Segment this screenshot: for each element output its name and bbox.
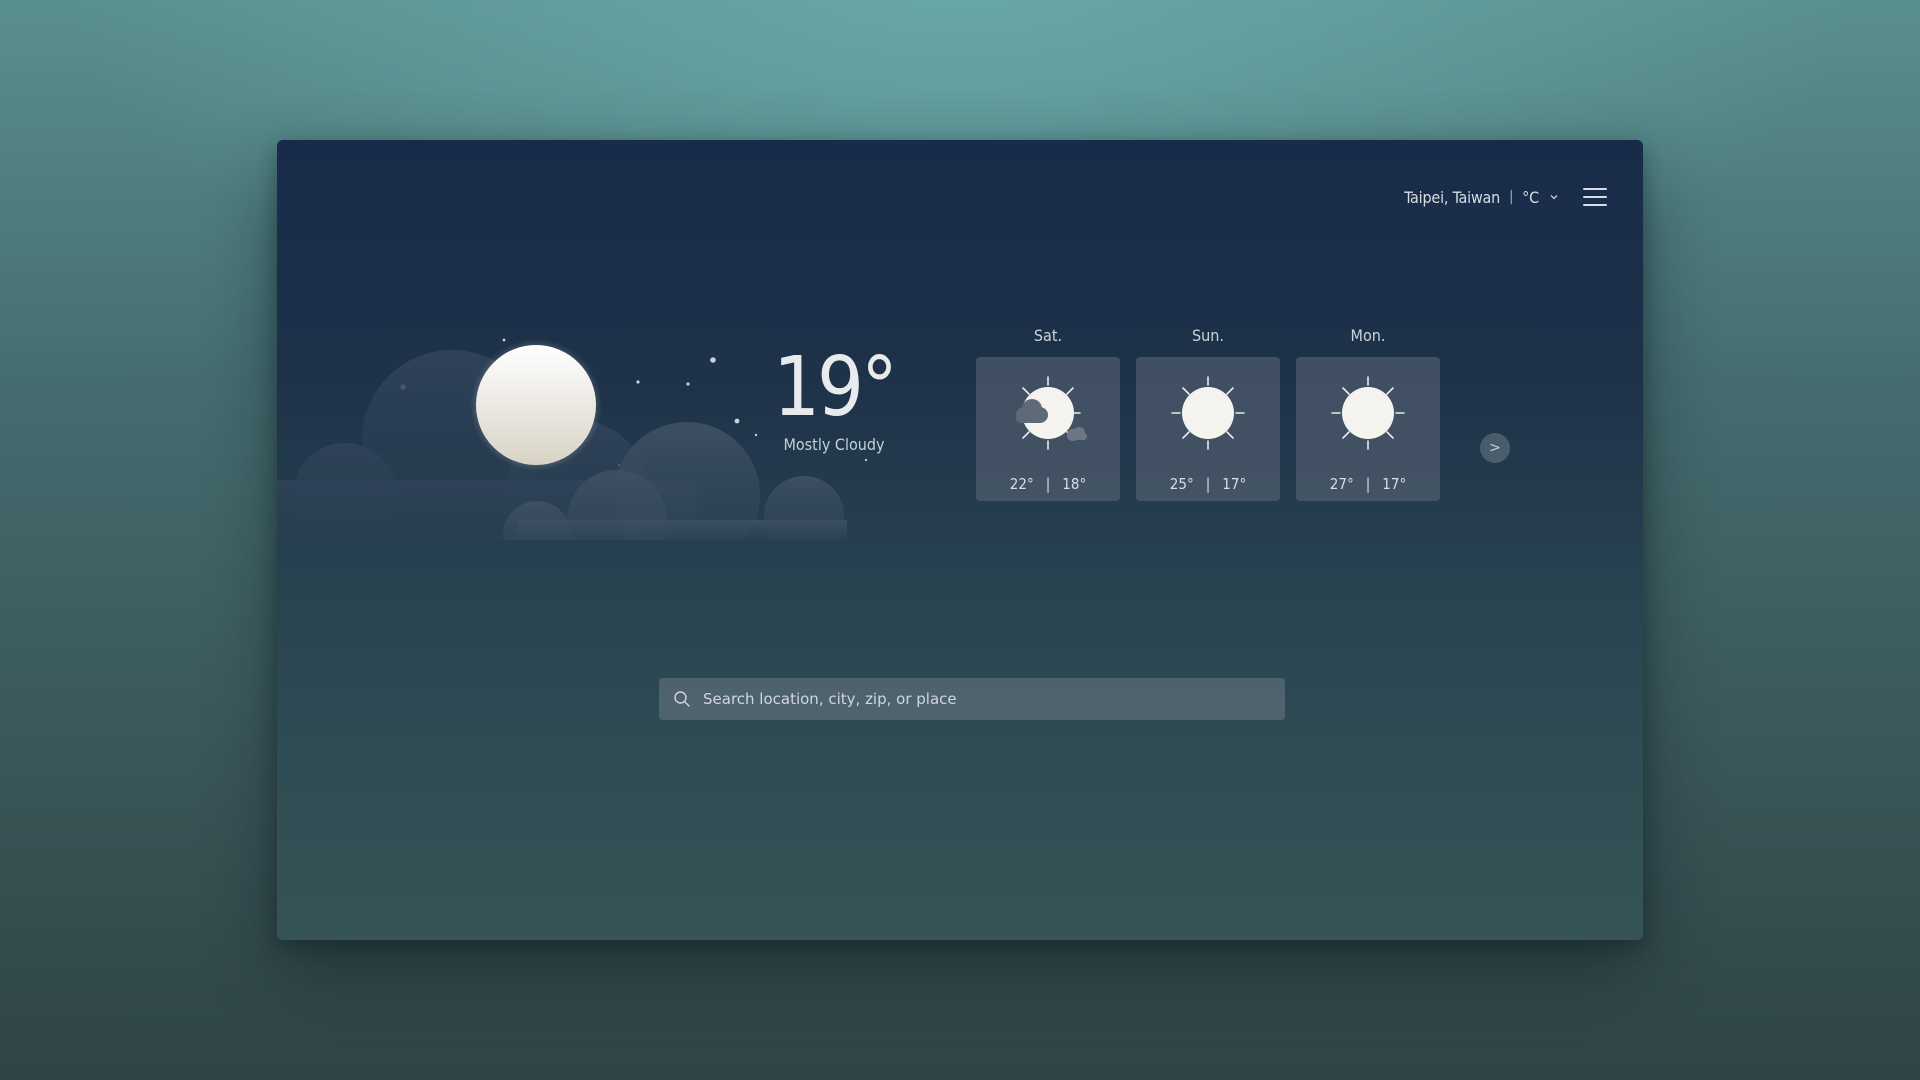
forecast-list: Sat. 22° | 18° Sun. 25° | 17° Mon. 27° |… <box>976 323 1440 501</box>
chevron-right-icon: > <box>1489 440 1501 456</box>
forecast-low: 17° <box>1222 475 1247 493</box>
forecast-low: 18° <box>1062 475 1087 493</box>
temp-separator: | <box>1365 475 1371 493</box>
current-temperature: 19° <box>773 340 898 435</box>
location-unit-selector[interactable]: Taipei, Taiwan | °C <box>1404 188 1559 207</box>
current-condition: Mostly Cloudy <box>783 435 885 454</box>
sunny-icon <box>1171 376 1245 450</box>
header-bar: Taipei, Taiwan | °C <box>1404 182 1607 212</box>
forecast-day-name: Sat. <box>1033 326 1063 345</box>
partly-cloudy-icon <box>1016 376 1087 450</box>
temp-separator: | <box>1045 475 1051 493</box>
forecast-high: 22° <box>1009 475 1034 493</box>
unit-label: °C <box>1522 187 1539 207</box>
forecast-high: 25° <box>1169 475 1194 493</box>
search-input[interactable] <box>701 689 1271 709</box>
forecast-low: 17° <box>1382 475 1407 493</box>
forecast-temps: 22° | 18° <box>976 475 1120 493</box>
forecast-day-name: Mon. <box>1350 326 1386 345</box>
search-bar <box>659 678 1285 720</box>
forecast-temps: 27° | 17° <box>1296 475 1440 493</box>
temp-separator: | <box>1205 475 1211 493</box>
forecast-day: Sun. 25° | 17° <box>1136 323 1280 501</box>
forecast-temps: 25° | 17° <box>1136 475 1280 493</box>
header-separator: | <box>1509 189 1514 205</box>
sunny-icon <box>1331 376 1405 450</box>
location-label: Taipei, Taiwan <box>1404 187 1501 207</box>
current-weather: 19° Mostly Cloudy <box>764 340 904 455</box>
forecast-card[interactable]: 25° | 17° <box>1136 357 1280 501</box>
chevron-down-icon <box>1549 192 1559 202</box>
hamburger-menu-icon[interactable] <box>1583 188 1607 206</box>
forecast-card[interactable]: 22° | 18° <box>976 357 1120 501</box>
weather-app-window: Taipei, Taiwan | °C 19° Mostly Cloudy Sa… <box>277 140 1643 940</box>
forecast-next-button[interactable]: > <box>1480 433 1510 463</box>
forecast-day: Sat. 22° | 18° <box>976 323 1120 501</box>
forecast-high: 27° <box>1329 475 1354 493</box>
forecast-day: Mon. 27° | 17° <box>1296 323 1440 501</box>
forecast-card[interactable]: 27° | 17° <box>1296 357 1440 501</box>
search-icon <box>673 690 691 708</box>
forecast-day-name: Sun. <box>1192 326 1224 345</box>
